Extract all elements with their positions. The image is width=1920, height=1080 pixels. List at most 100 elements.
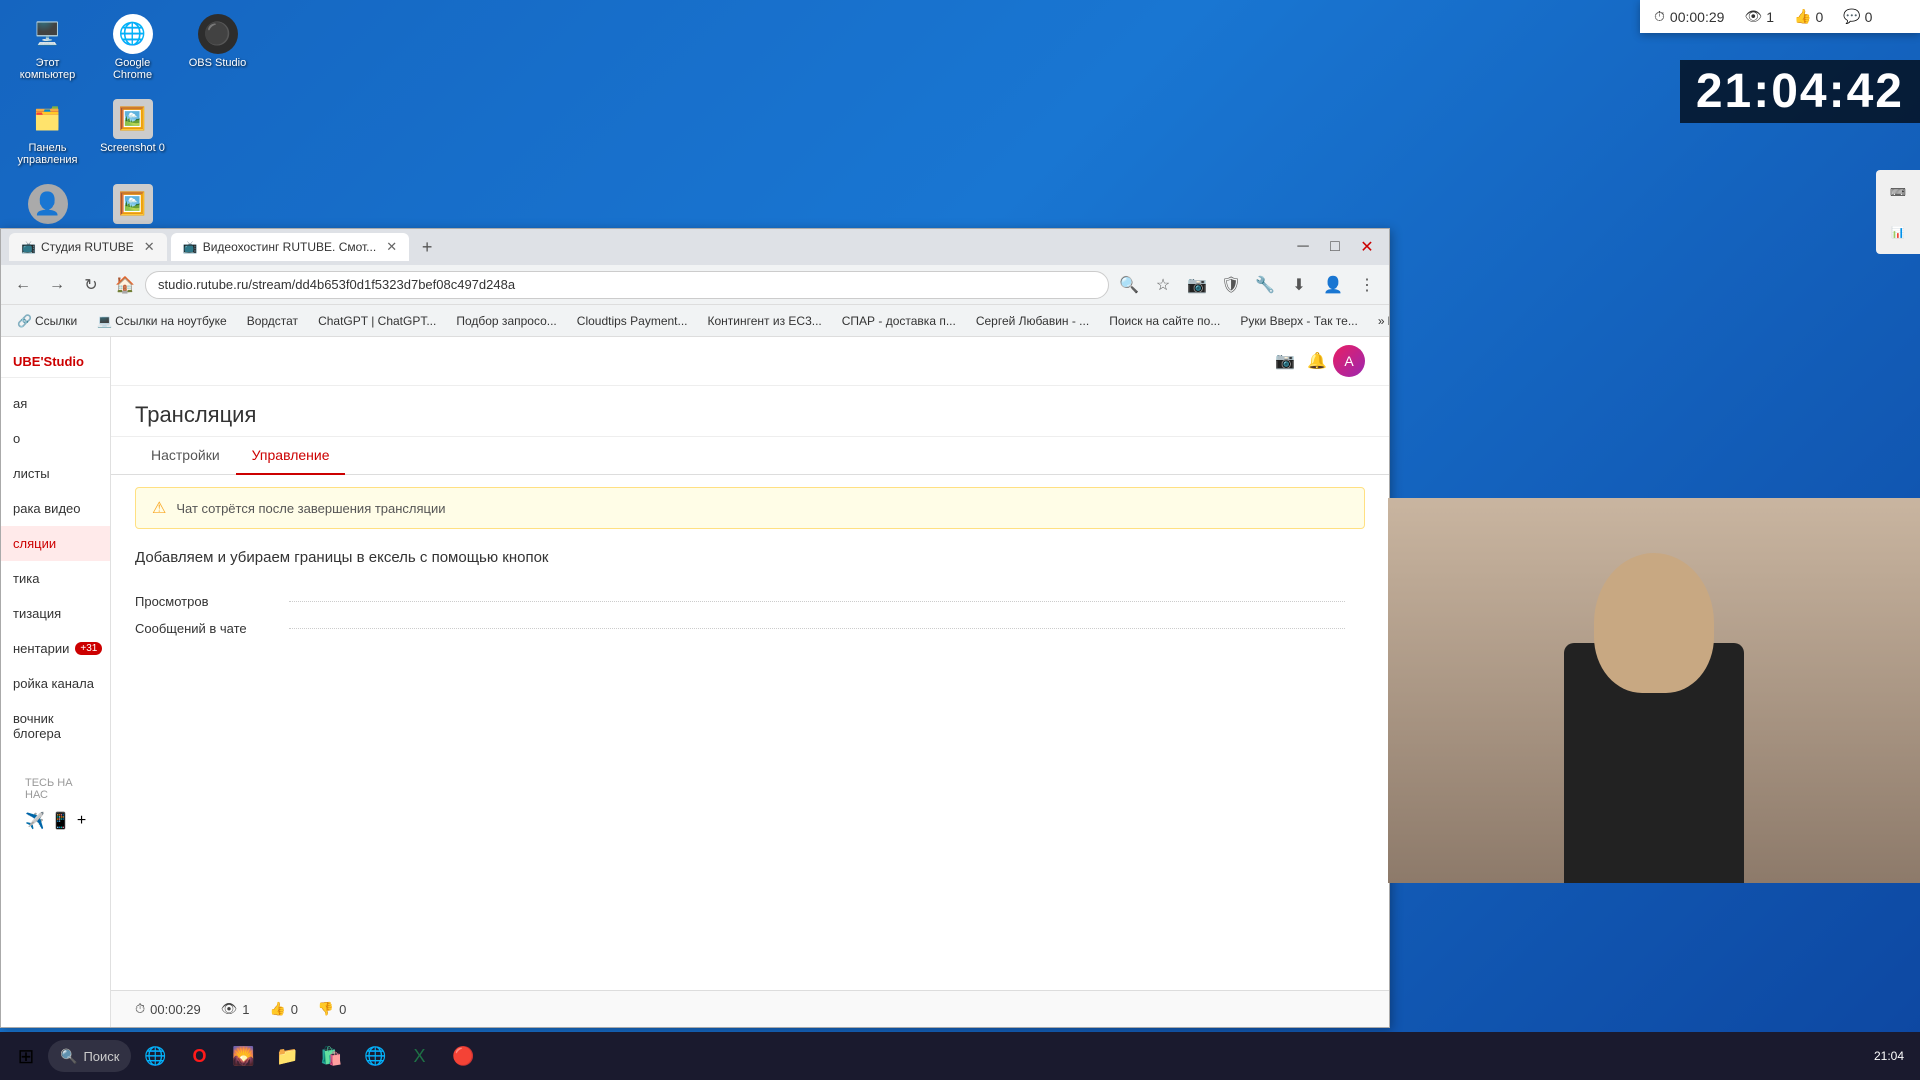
bookmark-cloudtips[interactable]: Cloudtips Payment... — [569, 312, 696, 330]
tab-settings[interactable]: Настройки — [135, 437, 236, 475]
shield-button[interactable]: 🛡 — [1217, 271, 1245, 299]
screenshot-button[interactable]: 📷 — [1183, 271, 1211, 299]
bookmark-notebook[interactable]: 💻 Ссылки на ноутбуке — [89, 312, 235, 330]
sidebar-item-channel-setup[interactable]: ройка канала — [1, 666, 110, 701]
taskbar-chrome-app[interactable]: 🌐 — [355, 1036, 395, 1076]
bookmark-wordstat[interactable]: Вордстат — [239, 312, 306, 330]
bookmark-all[interactable]: » Все закладки — [1370, 312, 1389, 330]
user-avatar[interactable]: A — [1333, 345, 1365, 377]
desktop-icon-my-computer[interactable]: 🖥️ Этот компьютер — [10, 10, 85, 85]
bookmark-search[interactable]: Поиск на сайте по... — [1101, 312, 1228, 330]
sidebar-item-video-queue[interactable]: рака видео — [1, 491, 110, 526]
obs-icon: ⚫ — [198, 14, 238, 54]
tab-management[interactable]: Управление — [236, 437, 346, 475]
stream-stats-overlay: ⏱ 00:00:29 👁 1 👍 0 💬 0 — [1640, 0, 1920, 33]
desktop-icons-row2: 🗂️ Панель управления 🖼️ Screenshot 0 — [10, 95, 255, 170]
bookmark-queries[interactable]: Подбор запросо... — [448, 312, 564, 330]
tab-favicon-video: 📺 — [183, 240, 197, 254]
views-label: Просмотров — [135, 594, 285, 609]
taskbar-search-container[interactable]: 🔍 Поиск — [48, 1040, 131, 1072]
browser-tab-studio[interactable]: 📺 Студия RUTUBE ✕ — [9, 233, 167, 261]
studio-logo: UBE'Studio — [1, 345, 110, 378]
extension-button[interactable]: 🔧 — [1251, 271, 1279, 299]
bookmark-chatgpt[interactable]: ChatGPT | ChatGPT... — [310, 312, 444, 330]
desktop-icon-obs[interactable]: ⚫ OBS Studio — [180, 10, 255, 85]
whatsapp-icon[interactable]: 📱 — [51, 811, 71, 831]
studio-top-header: 📷 🔔 A — [111, 337, 1389, 386]
bookmark-queries-label: Подбор запросо... — [456, 314, 556, 328]
taskbar-time: 21:04 — [1874, 1049, 1904, 1063]
excel-icon[interactable]: 📊 — [1880, 214, 1916, 250]
sidebar-item-comments[interactable]: нентарии +31 — [1, 631, 110, 666]
address-bar[interactable] — [145, 271, 1109, 299]
taskbar-files-app[interactable]: 📁 — [267, 1036, 307, 1076]
my-computer-icon: 🖥️ — [28, 14, 68, 54]
desktop-icons: 🖥️ Этот компьютер 🌐 Google Chrome ⚫ OBS … — [10, 10, 255, 243]
sidebar-item-monetization[interactable]: тизация — [1, 596, 110, 631]
forward-button[interactable]: → — [43, 271, 71, 299]
back-button[interactable]: ← — [9, 271, 37, 299]
telegram-icon[interactable]: ✈️ — [25, 811, 45, 831]
search-in-page-button[interactable]: 🔍 — [1115, 271, 1143, 299]
bottom-viewers: 👁 1 — [221, 1001, 250, 1017]
bookmark-spar[interactable]: СПАР - доставка п... — [834, 312, 964, 330]
follow-us-text: тесь на нас — [25, 777, 73, 801]
bookmark-sergei[interactable]: Сергей Любавин - ... — [968, 312, 1097, 330]
sidebar-videoqueue-label: рака видео — [13, 501, 81, 516]
taskbar-excel-app[interactable]: X — [399, 1036, 439, 1076]
add-social-icon[interactable]: + — [77, 812, 86, 830]
likes-stat: 👍 0 — [1794, 8, 1823, 25]
browser-tab-videhosting[interactable]: 📺 Видеохостинг RUTUBE. Смот... ✕ — [171, 233, 409, 261]
bookmark-music[interactable]: Руки Вверх - Так те... — [1232, 312, 1366, 330]
macros-icon[interactable]: ⌨ — [1880, 174, 1916, 210]
bookmark-links[interactable]: 🔗 Ссылки — [9, 312, 85, 330]
maximize-button[interactable]: □ — [1321, 233, 1349, 261]
desktop: 🖥️ Этот компьютер 🌐 Google Chrome ⚫ OBS … — [0, 0, 1920, 1080]
logo-text: UBE — [13, 354, 40, 369]
bookmark-links-icon: 🔗 — [17, 314, 32, 328]
download-button[interactable]: ⬇ — [1285, 271, 1313, 299]
my-computer-label: Этот компьютер — [14, 57, 81, 81]
profile-button[interactable]: 👤 — [1319, 271, 1347, 299]
bookmark-wordstat-label: Вордстат — [247, 314, 298, 328]
sidebar-playlists-label: листы — [13, 466, 50, 481]
sidebar-blogger-label: вочник блогера — [13, 711, 98, 741]
start-button[interactable]: ⊞ — [8, 1038, 44, 1074]
sidebar-item-broadcasts[interactable]: сляции — [1, 526, 110, 561]
warning-icon: ⚠ — [152, 498, 166, 518]
minimize-button[interactable]: ─ — [1289, 233, 1317, 261]
taskbar-edge-app[interactable]: 🌐 — [135, 1036, 175, 1076]
sidebar-item-blogger[interactable]: вочник блогера — [1, 701, 110, 751]
taskbar-opera-app[interactable]: O — [179, 1036, 219, 1076]
camera-header-icon[interactable]: 📷 — [1269, 345, 1301, 377]
star-button[interactable]: ☆ — [1149, 271, 1177, 299]
right-sidebar-icons: ⌨ 📊 — [1876, 170, 1920, 254]
sidebar-item-playlists[interactable]: листы — [1, 456, 110, 491]
desktop-icon-chrome[interactable]: 🌐 Google Chrome — [95, 10, 170, 85]
sidebar-analytics-label: тика — [13, 571, 39, 586]
refresh-button[interactable]: ↻ — [77, 271, 105, 299]
taskbar: ⊞ 🔍 Поиск 🌐 O 🌄 📁 🛍️ 🌐 X 🔴 21:04 — [0, 1032, 1920, 1080]
viewers-value: 1 — [1766, 9, 1774, 25]
desktop-icon-control-panel[interactable]: 🗂️ Панель управления — [10, 95, 85, 170]
bell-header-icon[interactable]: 🔔 — [1301, 345, 1333, 377]
home-button[interactable]: 🏠 — [111, 271, 139, 299]
desktop-icon-screenshot0[interactable]: 🖼️ Screenshot 0 — [95, 95, 170, 170]
taskbar-redcircle-app[interactable]: 🔴 — [443, 1036, 483, 1076]
bookmark-continent[interactable]: Контингент из ЕС3... — [700, 312, 830, 330]
sidebar-item-o[interactable]: о — [1, 421, 110, 456]
sidebar-item-analytics[interactable]: тика — [1, 561, 110, 596]
new-tab-button[interactable]: + — [413, 233, 441, 261]
tab-close-video[interactable]: ✕ — [386, 239, 397, 255]
bookmark-notebook-label: Ссылки на ноутбуке — [115, 314, 227, 328]
tab-close-studio[interactable]: ✕ — [144, 239, 155, 255]
webcam-preview — [1388, 498, 1920, 883]
taskbar-store-app[interactable]: 🛍️ — [311, 1036, 351, 1076]
taskbar-photos-app[interactable]: 🌄 — [223, 1036, 263, 1076]
follow-us-title: тесь на нас — [13, 771, 98, 805]
browser-content: UBE'Studio ая о листы рака видео сляции — [1, 337, 1389, 1027]
sidebar-item-home[interactable]: ая — [1, 386, 110, 421]
chrome-label: Google Chrome — [99, 57, 166, 81]
menu-button[interactable]: ⋮ — [1353, 271, 1381, 299]
close-button[interactable]: ✕ — [1353, 233, 1381, 261]
